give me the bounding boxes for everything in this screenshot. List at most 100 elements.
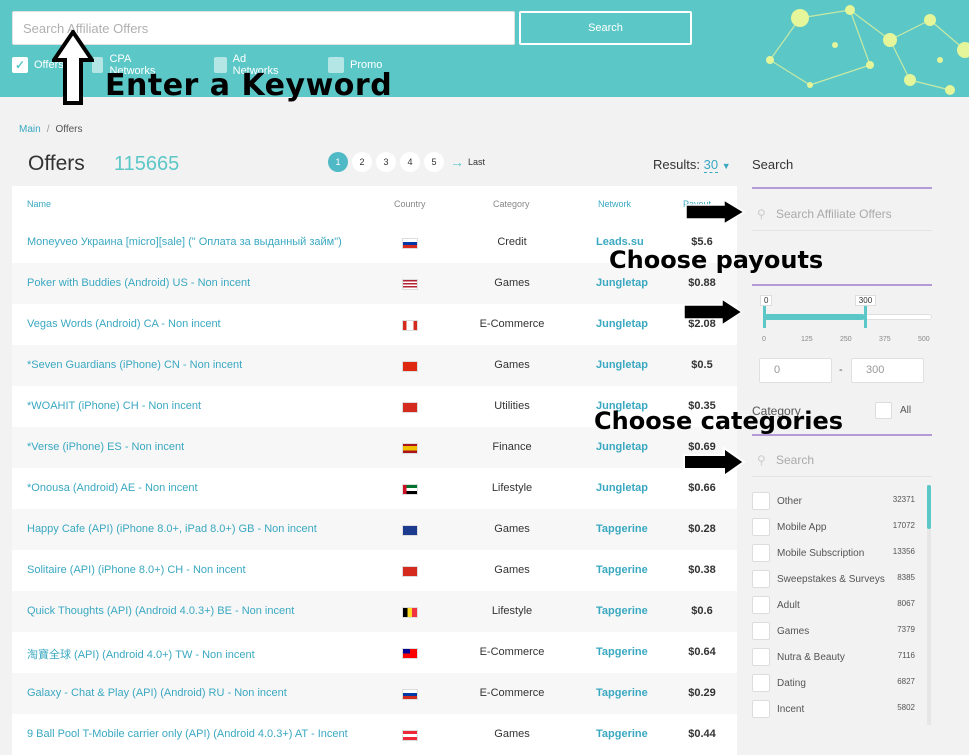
category-checkbox[interactable] bbox=[752, 570, 770, 588]
search-icon: ⚲ bbox=[757, 453, 766, 467]
table-row[interactable]: 淘寶全球 (API) (Android 4.0+) TW - Non incen… bbox=[12, 632, 737, 673]
offer-name-link[interactable]: Vegas Words (Android) CA - Non incent bbox=[27, 318, 221, 330]
category-all-toggle[interactable]: All bbox=[875, 402, 911, 419]
table-row[interactable]: Solitaire (API) (iPhone 8.0+) CH - Non i… bbox=[12, 550, 737, 591]
category-label: Games bbox=[777, 626, 810, 637]
offer-name-link[interactable]: Galaxy - Chat & Play (API) (Android) RU … bbox=[27, 687, 287, 699]
category-count: 6827 bbox=[897, 677, 915, 686]
slider-handle-min[interactable] bbox=[763, 306, 766, 328]
column-category[interactable]: Category bbox=[493, 199, 530, 209]
payout-max-input[interactable]: 300 bbox=[851, 358, 924, 383]
offer-network-link[interactable]: Tapgerine bbox=[596, 728, 648, 740]
category-checkbox[interactable] bbox=[752, 596, 770, 614]
category-item[interactable]: Dating 6827 bbox=[752, 674, 927, 700]
offer-payout: $0.5 bbox=[691, 359, 713, 371]
offer-category: Games bbox=[494, 277, 530, 289]
category-count: 13356 bbox=[892, 547, 915, 556]
sidebar-search-input[interactable]: ⚲ Search Affiliate Offers bbox=[752, 197, 932, 231]
results-select[interactable]: 30 bbox=[703, 157, 719, 173]
offer-name-link[interactable]: *WOAHIT (iPhone) CH - Non incent bbox=[27, 400, 201, 412]
offer-network-link[interactable]: Tapgerine bbox=[596, 523, 648, 535]
category-search-input[interactable]: ⚲ Search bbox=[752, 443, 932, 477]
column-country[interactable]: Country bbox=[394, 199, 426, 209]
category-scrollbar-thumb[interactable] bbox=[927, 485, 931, 529]
payout-divider bbox=[752, 284, 932, 286]
annotation-enter-keyword: Enter a Keyword bbox=[105, 68, 393, 103]
payout-min-input[interactable]: 0 bbox=[759, 358, 832, 383]
offer-network-link[interactable]: Jungletap bbox=[596, 482, 648, 494]
offer-name-link[interactable]: *Seven Guardians (iPhone) CN - Non incen… bbox=[27, 359, 242, 371]
category-item[interactable]: Other 32371 bbox=[752, 492, 927, 518]
offer-name-link[interactable]: Moneyveo Украина [micro][sale] (" Оплата… bbox=[27, 236, 342, 248]
offer-name-link[interactable]: 淘寶全球 (API) (Android 4.0+) TW - Non incen… bbox=[27, 646, 255, 662]
column-name[interactable]: Name bbox=[27, 199, 51, 209]
category-label: Mobile App bbox=[777, 522, 827, 533]
page-last[interactable]: Last bbox=[468, 157, 485, 167]
offer-name-link[interactable]: Solitaire (API) (iPhone 8.0+) CH - Non i… bbox=[27, 564, 246, 576]
table-row[interactable]: Vegas Words (Android) CA - Non incent E-C… bbox=[12, 304, 737, 345]
offer-network-link[interactable]: Jungletap bbox=[596, 277, 648, 289]
offer-name-link[interactable]: Happy Cafe (API) (iPhone 8.0+, iPad 8.0+… bbox=[27, 523, 317, 535]
chevron-down-icon[interactable]: ▼ bbox=[722, 161, 731, 171]
category-count: 7116 bbox=[897, 651, 915, 660]
column-network[interactable]: Network bbox=[598, 199, 631, 209]
category-all-checkbox[interactable] bbox=[875, 402, 892, 419]
offer-payout: $0.28 bbox=[688, 523, 716, 535]
table-row[interactable]: *Seven Guardians (iPhone) CN - Non incen… bbox=[12, 345, 737, 386]
category-checkbox[interactable] bbox=[752, 544, 770, 562]
table-row[interactable]: Galaxy - Chat & Play (API) (Android) RU … bbox=[12, 673, 737, 714]
results-label: Results: bbox=[653, 157, 700, 172]
offer-name-link[interactable]: Poker with Buddies (Android) US - Non in… bbox=[27, 277, 250, 289]
page-1[interactable]: 1 bbox=[328, 152, 348, 172]
annotation-choose-payouts: Choose payouts bbox=[609, 246, 824, 274]
category-item[interactable]: Mobile App 17072 bbox=[752, 518, 927, 544]
category-item[interactable]: Nutra & Beauty 7116 bbox=[752, 648, 927, 674]
offer-network-link[interactable]: Tapgerine bbox=[596, 605, 648, 617]
category-checkbox[interactable] bbox=[752, 518, 770, 536]
country-flag-icon bbox=[402, 402, 418, 413]
offer-network-link[interactable]: Jungletap bbox=[596, 318, 648, 330]
country-flag-icon bbox=[402, 525, 418, 536]
breadcrumb-main-link[interactable]: Main bbox=[19, 124, 41, 135]
page-5[interactable]: 5 bbox=[424, 152, 444, 172]
category-item[interactable]: Incent 5802 bbox=[752, 700, 927, 726]
category-all-label: All bbox=[900, 405, 912, 416]
page-4[interactable]: 4 bbox=[400, 152, 420, 172]
offer-network-link[interactable]: Tapgerine bbox=[596, 646, 648, 658]
offer-name-link[interactable]: 9 Ball Pool T-Mobile carrier only (API) … bbox=[27, 728, 348, 740]
category-checkbox[interactable] bbox=[752, 700, 770, 718]
category-item[interactable]: Games 7379 bbox=[752, 622, 927, 648]
category-item[interactable]: Adult 8067 bbox=[752, 596, 927, 622]
results-per-page: Results: 30 ▼ bbox=[653, 157, 731, 173]
page-2[interactable]: 2 bbox=[352, 152, 372, 172]
slider-min-tooltip: 0 bbox=[760, 295, 773, 306]
page-3[interactable]: 3 bbox=[376, 152, 396, 172]
category-count: 32371 bbox=[892, 495, 915, 504]
category-item[interactable]: Sweepstakes & Surveys 8385 bbox=[752, 570, 927, 596]
category-item[interactable]: Mobile Subscription 13356 bbox=[752, 544, 927, 570]
slider-handle-max[interactable] bbox=[863, 306, 867, 328]
category-checkbox[interactable] bbox=[752, 648, 770, 666]
table-row[interactable]: Quick Thoughts (API) (Android 4.0.3+) BE… bbox=[12, 591, 737, 632]
checkbox-offers[interactable]: ✓ bbox=[12, 57, 28, 73]
offer-category: Utilities bbox=[494, 400, 530, 412]
offer-network-link[interactable]: Tapgerine bbox=[596, 687, 648, 699]
offer-network-link[interactable]: Jungletap bbox=[596, 359, 648, 371]
category-label: Sweepstakes & Surveys bbox=[777, 574, 885, 585]
offer-name-link[interactable]: *Onousa (Android) AE - Non incent bbox=[27, 482, 198, 494]
offer-name-link[interactable]: *Verse (iPhone) ES - Non incent bbox=[27, 441, 184, 453]
offer-name-link[interactable]: Quick Thoughts (API) (Android 4.0.3+) BE… bbox=[27, 605, 294, 617]
table-body: Moneyveo Украина [micro][sale] (" Оплата… bbox=[12, 222, 737, 755]
breadcrumb-current: Offers bbox=[55, 124, 83, 135]
category-checkbox[interactable] bbox=[752, 674, 770, 692]
category-checkbox[interactable] bbox=[752, 492, 770, 510]
search-button[interactable]: Search bbox=[519, 11, 692, 45]
table-row[interactable]: *Onousa (Android) AE - Non incent Lifesty… bbox=[12, 468, 737, 509]
offer-network-link[interactable]: Tapgerine bbox=[596, 564, 648, 576]
table-row[interactable]: Happy Cafe (API) (iPhone 8.0+, iPad 8.0+… bbox=[12, 509, 737, 550]
offer-network-link[interactable]: Jungletap bbox=[596, 441, 648, 453]
country-flag-icon bbox=[402, 689, 418, 700]
category-checkbox[interactable] bbox=[752, 622, 770, 640]
offer-category: E-Commerce bbox=[479, 318, 545, 330]
next-arrow-icon[interactable]: → bbox=[450, 154, 464, 170]
